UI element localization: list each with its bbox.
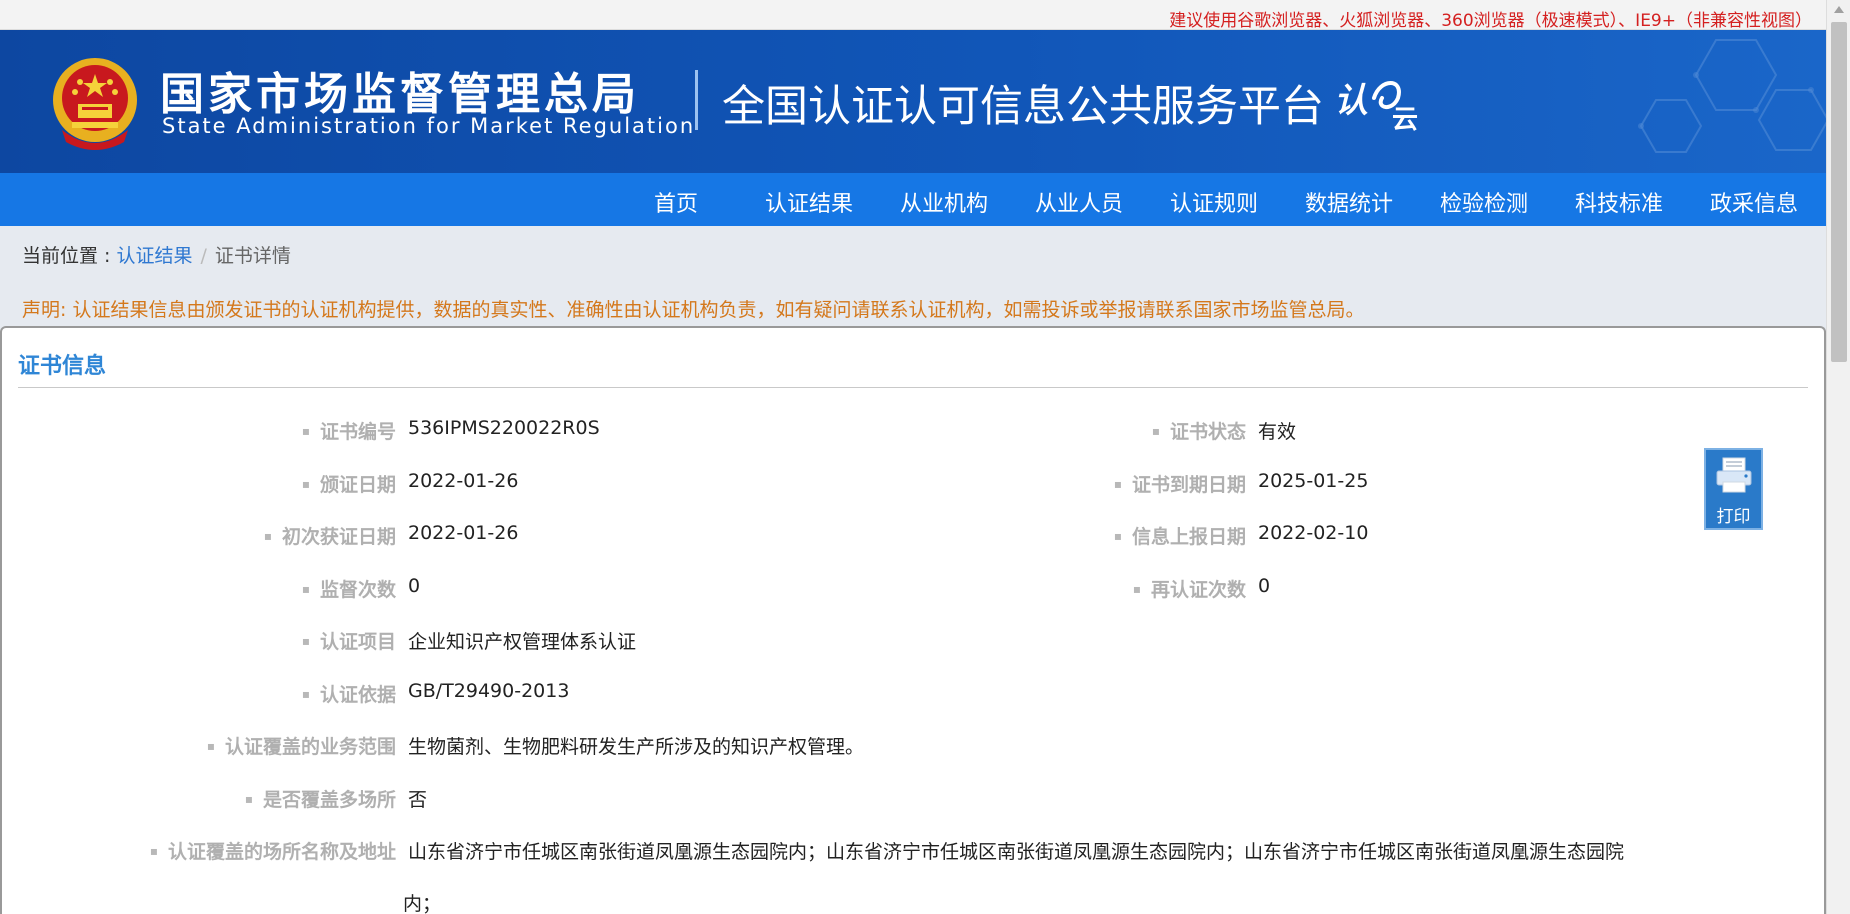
cert-project-value: 企业知识产权管理体系认证 (408, 631, 637, 653)
report-date-value: 2022-02-10 (1258, 522, 1369, 544)
nav-item-inspection[interactable]: 检验检测 (1440, 186, 1528, 218)
cert-status-value: 有效 (1258, 421, 1297, 443)
panel-divider (18, 387, 1808, 388)
site-addresses-value-line2: 内； (403, 893, 442, 914)
site-addresses-value-line1: 山东省济宁市任城区南张街道凤凰源生态园院内；山东省济宁市任城区南张街道凤凰源生态… (408, 841, 1625, 863)
supervision-count-label: 监督次数 (302, 575, 396, 602)
expiry-date-label: 证书到期日期 (1114, 470, 1246, 497)
supervision-count-value: 0 (408, 575, 421, 597)
national-emblem-icon (53, 58, 137, 150)
nav-item-certification-results[interactable]: 认证结果 (765, 186, 853, 218)
issue-date-label: 颁证日期 (302, 470, 396, 497)
report-date-label: 信息上报日期 (1114, 522, 1246, 549)
print-button-label: 打印 (1716, 507, 1751, 527)
brand-logo-icon: 认 云 (1334, 81, 1418, 132)
cert-basis-value: GB/T29490-2013 (408, 680, 570, 702)
site-header: 国家市场监督管理总局 State Administration for Mark… (0, 30, 1826, 173)
browser-recommendation: 建议使用谷歌浏览器、火狐浏览器、360浏览器（极速模式）、IE9+（非兼容性视图… (1169, 11, 1812, 31)
scroll-up-arrow-icon[interactable] (1834, 6, 1844, 13)
site-addresses-label: 认证覆盖的场所名称及地址 (150, 837, 396, 864)
expiry-date-value: 2025-01-25 (1258, 470, 1369, 492)
multi-site-label: 是否覆盖多场所 (245, 785, 396, 812)
breadcrumb-link-results[interactable]: 认证结果 (116, 245, 192, 267)
nav-item-standards[interactable]: 科技标准 (1575, 186, 1663, 218)
multi-site-value: 否 (408, 789, 428, 811)
breadcrumb-prefix: 当前位置 : (22, 245, 117, 267)
agency-name-english: State Administration for Market Regulati… (162, 114, 696, 138)
panel-title: 证书信息 (18, 354, 107, 379)
page-scrollbar[interactable] (1826, 0, 1850, 914)
svg-text:云: 云 (1392, 105, 1418, 132)
recert-count-label: 再认证次数 (1133, 575, 1246, 602)
nav-item-institutions[interactable]: 从业机构 (900, 186, 988, 218)
nav-item-statistics[interactable]: 数据统计 (1305, 186, 1393, 218)
breadcrumb-separator: / (200, 245, 207, 267)
header-divider (695, 70, 698, 130)
business-scope-label: 认证覆盖的业务范围 (207, 732, 396, 759)
scrollbar-thumb[interactable] (1831, 22, 1847, 362)
first-cert-date-value: 2022-01-26 (408, 522, 519, 544)
browser-notice-bar: 建议使用谷歌浏览器、火狐浏览器、360浏览器（极速模式）、IE9+（非兼容性视图… (0, 0, 1826, 31)
business-scope-value: 生物菌剂、生物肥料研发生产所涉及的知识产权管理。 (408, 736, 865, 758)
cert-number-label: 证书编号 (302, 417, 396, 444)
recert-count-value: 0 (1258, 575, 1271, 597)
nav-item-personnel[interactable]: 从业人员 (1035, 186, 1123, 218)
certificate-info-panel: 证书信息 (0, 326, 1826, 914)
cert-status-label: 证书状态 (1152, 417, 1246, 444)
nav-item-procurement[interactable]: 政采信息 (1710, 186, 1798, 218)
breadcrumb-current: 证书详情 (214, 245, 291, 267)
print-button[interactable]: 打印 (1704, 448, 1763, 530)
hexagon-decoration-icon (1638, 39, 1826, 153)
first-cert-date-label: 初次获证日期 (264, 522, 396, 549)
main-navigation: 首页 认证结果 从业机构 从业人员 认证规则 数据统计 检验检测 科技标准 政采… (0, 173, 1826, 226)
breadcrumb: 当前位置 : 认证结果 / 证书详情 (22, 241, 291, 268)
nav-item-home[interactable]: 首页 (654, 186, 698, 218)
printer-icon (1716, 457, 1752, 493)
cert-project-label: 认证项目 (302, 627, 396, 654)
cert-number-value: 536IPMS220022R0S (408, 417, 600, 439)
cert-basis-label: 认证依据 (302, 680, 396, 707)
nav-item-rules[interactable]: 认证规则 (1170, 186, 1258, 218)
disclaimer-notice: 声明: 认证结果信息由颁发证书的认证机构提供，数据的真实性、准确性由认证机构负责… (22, 299, 1365, 321)
issue-date-value: 2022-01-26 (408, 470, 519, 492)
agency-name-chinese: 国家市场监督管理总局 (160, 69, 640, 120)
svg-text:认: 认 (1334, 81, 1368, 121)
platform-title: 全国认证认可信息公共服务平台 (722, 82, 1324, 132)
